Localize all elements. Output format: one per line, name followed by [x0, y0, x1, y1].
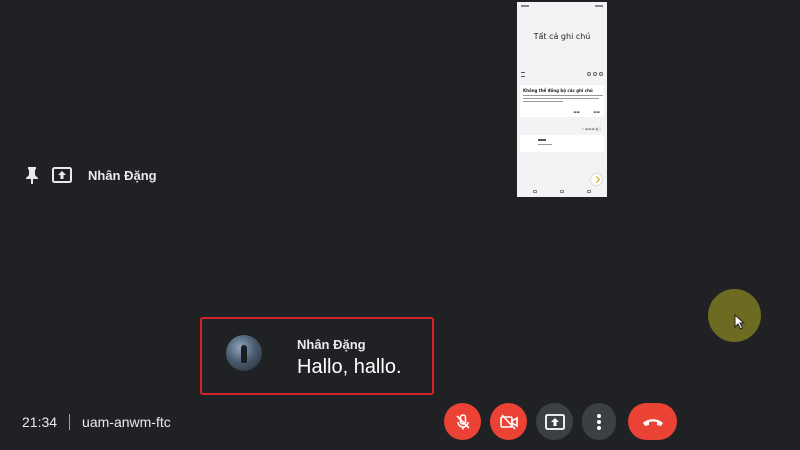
- more-vert-icon: [597, 413, 601, 430]
- sync-warning-card: Không thể đồng bộ các ghi chú ▬▬ ▬▬: [520, 85, 604, 117]
- camera-off-button[interactable]: [490, 403, 527, 440]
- caption-speaker: Nhân Đặng: [297, 337, 366, 352]
- call-end-icon: [642, 418, 663, 426]
- presenter-name: Nhân Đặng: [88, 167, 157, 183]
- sync-warning-title: Không thể đồng bộ các ghi chú: [523, 88, 593, 93]
- note-date-line: [538, 144, 552, 145]
- more-options-button[interactable]: [582, 403, 616, 440]
- search-icon: [593, 72, 597, 76]
- note-item: [520, 135, 604, 152]
- card-text-line: [523, 101, 563, 102]
- mouse-pointer-icon: [734, 313, 746, 335]
- videocam-off-icon: [499, 413, 518, 430]
- sort-control: ▿ ▬▬▬ ▮ ▯: [582, 127, 601, 131]
- caption-box: Nhân Đặng Hallo, hallo.: [200, 317, 434, 395]
- card-text-line: [523, 98, 599, 99]
- phone-nav-bar: [533, 190, 591, 194]
- divider: [69, 414, 71, 430]
- card-button-right: ▬▬: [593, 110, 600, 114]
- leave-call-button[interactable]: [628, 403, 677, 440]
- add-note-fab: [591, 174, 602, 185]
- card-button-left: ▬▬: [573, 110, 580, 114]
- phone-toolbar: [521, 71, 603, 77]
- shared-screen-thumbnail[interactable]: Tất cả ghi chú Không thể đồng bộ các ghi…: [517, 2, 607, 197]
- clock-time: 21:34: [22, 414, 58, 430]
- mic-off-button[interactable]: [444, 403, 481, 440]
- note-title-line: [538, 139, 546, 141]
- mic-off-icon: [455, 413, 470, 429]
- present-to-all-icon: [50, 164, 74, 186]
- meeting-code[interactable]: uam-anwm-ftc: [82, 414, 171, 430]
- avatar: [226, 335, 262, 371]
- present-now-button[interactable]: [536, 403, 573, 440]
- pin-icon[interactable]: [22, 164, 42, 186]
- pdf-icon: [587, 72, 591, 76]
- meeting-details: 21:34 uam-anwm-ftc: [22, 412, 171, 432]
- shared-screen-title: Tất cả ghi chú: [533, 32, 591, 41]
- phone-status-bar: [521, 5, 603, 9]
- present-to-all-icon: [544, 413, 565, 430]
- card-text-line: [523, 95, 603, 96]
- more-icon: [599, 72, 603, 76]
- presenter-tile-label: Nhân Đặng: [22, 162, 157, 188]
- caption-text: Hallo, hallo.: [297, 356, 402, 378]
- menu-icon: [521, 72, 525, 77]
